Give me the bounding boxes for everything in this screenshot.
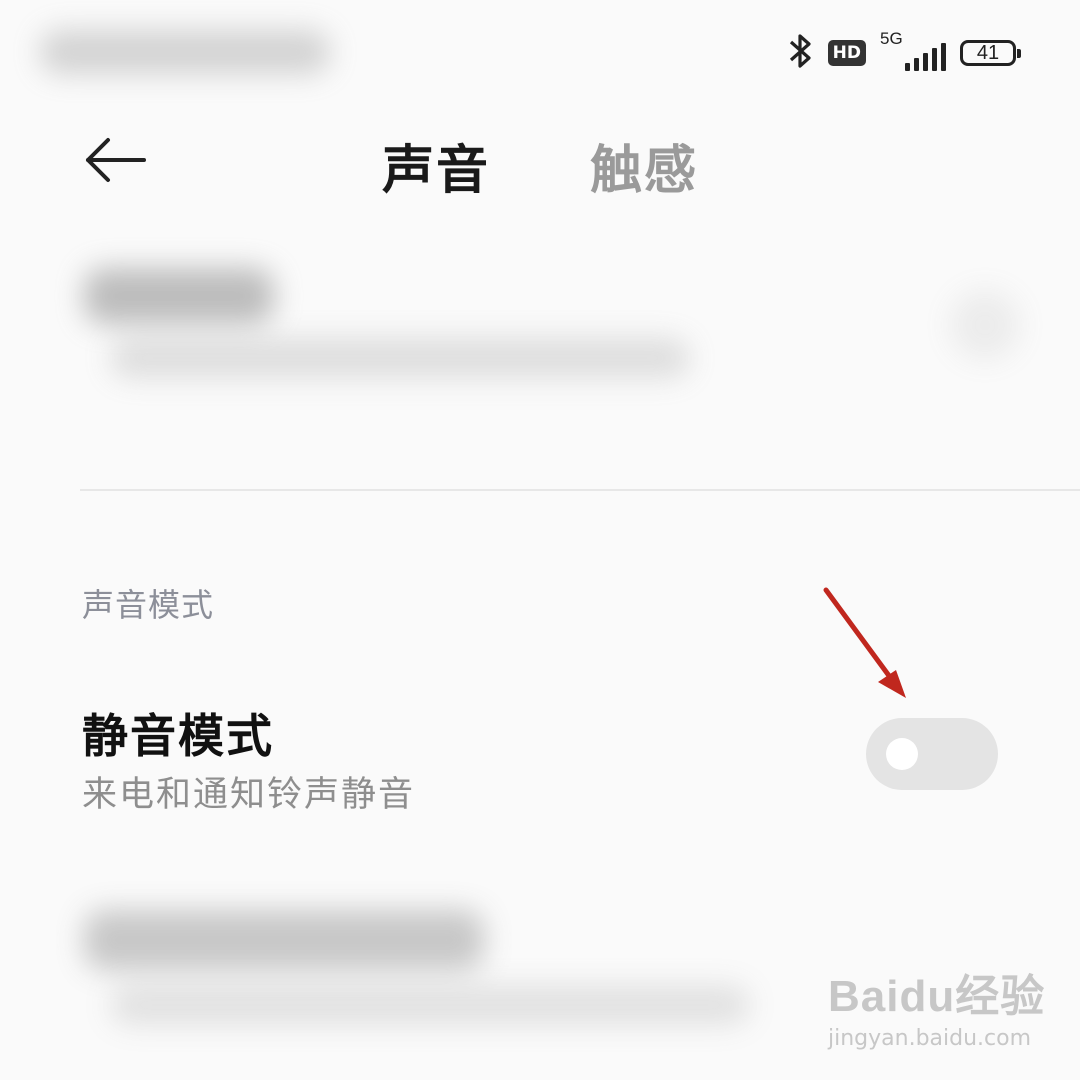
watermark-brand: Baidu经验 [828,972,1046,1021]
section-title: 声音模式 [82,586,215,624]
battery-icon: 41 [960,40,1021,66]
status-bar: HD 5G 41 [788,29,1021,76]
divider [80,489,1080,491]
blurred-row-subtitle [110,338,690,378]
silent-mode-subtitle: 来电和通知铃声静音 [82,775,416,815]
tab-haptic[interactable]: 触感 [590,128,698,203]
blurred-status-left [40,30,330,74]
signal-icon: 5G [880,29,946,73]
annotation-arrow-icon [823,587,906,698]
blurred-row-control [950,290,1020,360]
hd-voice-icon: HD [827,40,866,66]
blurred-row-title [84,268,274,324]
watermark-url: jingyan.baidu.com [828,1026,1032,1051]
battery-level: 41 [976,41,1000,64]
tab-sound[interactable]: 声音 [382,128,490,203]
blurred-row-subtitle-2 [110,985,750,1025]
silent-mode-title: 静音模式 [82,709,274,763]
toggle-knob [886,738,918,770]
back-button[interactable] [84,134,150,186]
bluetooth-icon [788,31,814,75]
blurred-row-title-2 [84,910,484,970]
baidu-watermark: Baidu经验 jingyan.baidu.com [828,960,1045,1051]
network-type-label: 5G [880,29,903,48]
silent-mode-toggle[interactable] [866,718,998,790]
back-arrow-icon [86,138,146,182]
